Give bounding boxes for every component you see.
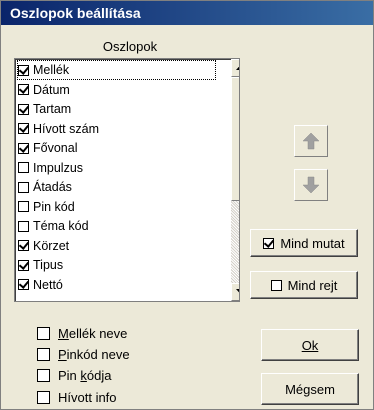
move-up-button[interactable]	[294, 125, 328, 157]
scrollbar-track[interactable]	[231, 201, 239, 283]
column-checkbox[interactable]	[18, 201, 29, 212]
column-item[interactable]: Tartam	[18, 99, 71, 119]
column-item[interactable]: Dátum	[18, 80, 70, 100]
column-item[interactable]: Nettó	[18, 275, 63, 295]
option-checkbox[interactable]	[37, 390, 50, 404]
dialog-title: Oszlopok beállítása	[1, 1, 373, 25]
column-label: Nettó	[33, 277, 63, 292]
arrow-up-icon	[302, 132, 320, 150]
column-label: Pin kód	[33, 199, 75, 214]
scrollbar-thumb[interactable]	[231, 77, 239, 201]
column-label: Tartam	[33, 102, 72, 116]
column-label: Mellék	[33, 63, 70, 77]
hide-all-checkbox-icon	[270, 279, 282, 291]
column-label: Dátum	[33, 82, 70, 97]
show-all-checkbox-icon	[263, 237, 275, 249]
option-checkbox-row[interactable]: Mellék neve	[37, 323, 127, 343]
option-label: Pinkód neve	[58, 346, 130, 362]
column-label: Fővonal	[33, 141, 78, 155]
option-checkbox-row[interactable]: Pinkód neve	[37, 344, 130, 364]
column-checkbox[interactable]	[18, 103, 29, 115]
hide-all-button[interactable]: Mind rejt	[250, 271, 358, 299]
option-checkbox[interactable]	[37, 326, 50, 340]
column-label: Hívott szám	[33, 121, 99, 136]
column-item[interactable]: Pin kód	[18, 197, 75, 217]
option-label: Pin kódja	[58, 367, 112, 383]
show-all-button[interactable]: Mind mutat	[250, 229, 358, 257]
ok-button-label: Ok	[301, 337, 319, 353]
column-item[interactable]: Mellék	[17, 60, 216, 80]
column-label: Tipus	[33, 258, 64, 272]
column-checkbox[interactable]	[18, 162, 29, 173]
scroll-down-icon	[235, 289, 239, 293]
column-checkbox[interactable]	[18, 259, 29, 271]
arrow-down-icon	[302, 176, 320, 194]
column-checkbox[interactable]	[18, 64, 29, 76]
option-checkbox[interactable]	[37, 347, 50, 361]
column-checkbox[interactable]	[18, 240, 29, 251]
column-item[interactable]: Fővonal	[18, 138, 77, 158]
columns-scrollbar[interactable]	[231, 59, 239, 301]
column-label: Átadás	[33, 180, 72, 194]
option-label: Mellék neve	[58, 325, 128, 341]
option-label: Hívott info	[58, 389, 117, 405]
hide-all-label: Mind rejt	[287, 277, 338, 293]
column-checkbox[interactable]	[18, 142, 29, 154]
column-checkbox[interactable]	[18, 220, 29, 232]
columns-list-header: Oszlopok	[102, 39, 158, 54]
scroll-up-button[interactable]	[231, 59, 239, 77]
option-checkbox-row[interactable]: Pin kódja	[37, 365, 111, 385]
columns-listbox[interactable]: Mellék Dátum Tartam Hívott szám Fővonal Impul…	[14, 58, 240, 302]
column-label: Impulzus	[33, 160, 84, 175]
column-checkbox[interactable]	[18, 123, 29, 134]
option-checkbox[interactable]	[37, 368, 50, 382]
move-down-button[interactable]	[294, 169, 328, 201]
column-item[interactable]: Hívott szám	[18, 119, 99, 139]
option-checkbox-row[interactable]: Hívott info	[37, 387, 117, 407]
column-settings-dialog: Oszlopok beállítása Oszlopok Mellék Dátum…	[0, 0, 374, 410]
column-item[interactable]: Körzet	[18, 236, 69, 256]
column-label: Körzet	[33, 238, 70, 253]
scroll-up-icon	[235, 66, 239, 70]
show-all-label: Mind mutat	[280, 235, 345, 251]
column-item[interactable]: Téma kód	[18, 216, 89, 236]
column-checkbox[interactable]	[18, 279, 29, 290]
column-item[interactable]: Tipus	[18, 255, 63, 275]
column-item[interactable]: Impulzus	[18, 158, 83, 178]
column-checkbox[interactable]	[18, 181, 29, 193]
column-item[interactable]: Átadás	[18, 177, 72, 197]
ok-button[interactable]: Ok	[261, 329, 359, 361]
scroll-down-button[interactable]	[231, 283, 239, 301]
cancel-button-label: Mégsem	[285, 381, 335, 397]
column-label: Téma kód	[33, 219, 89, 233]
column-checkbox[interactable]	[18, 84, 29, 95]
cancel-button[interactable]: Mégsem	[261, 373, 359, 405]
